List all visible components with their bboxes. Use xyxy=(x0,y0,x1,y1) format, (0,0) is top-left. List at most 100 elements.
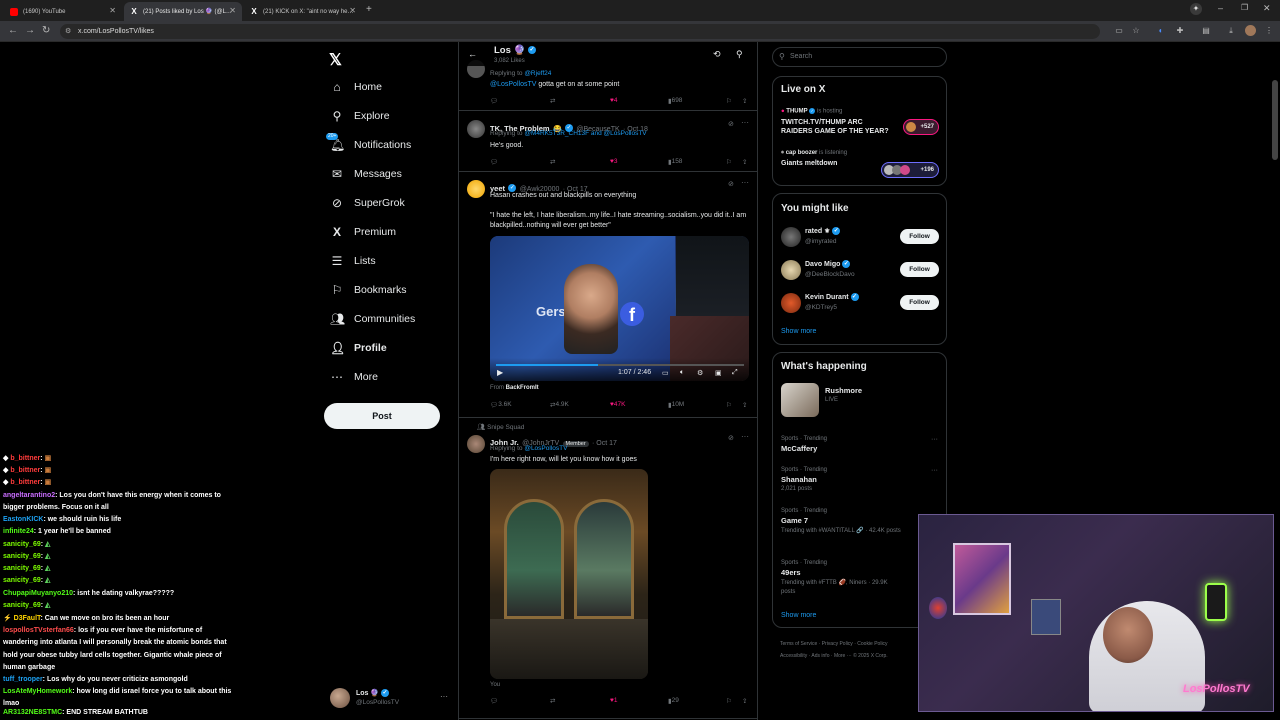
fullscreen-icon[interactable]: ⤢ xyxy=(732,369,738,377)
tweet-date[interactable]: · Oct 17 xyxy=(592,440,617,447)
nav-communities[interactable]: 👥︎ Communities xyxy=(330,308,415,330)
star-icon[interactable]: ☆ xyxy=(1131,26,1141,36)
follow-suggestion[interactable]: Kevin Durant ✓ @KDTrey5 Follow xyxy=(773,290,946,320)
more-dots-icon[interactable]: ··· xyxy=(741,178,749,187)
nav-profile[interactable]: 👤︎ Profile xyxy=(330,337,387,359)
footer-link[interactable]: Accessibility xyxy=(780,653,807,659)
tweet[interactable]: yeet ✓ @Awk20000 · Oct 17 ⊘ ··· Hasan cr… xyxy=(459,173,757,418)
puzzle-icon[interactable]: ✚ xyxy=(1175,26,1185,36)
reply-mention[interactable]: @LosPollosTV xyxy=(524,445,567,452)
like-button[interactable]: ♥ 4 xyxy=(610,97,617,104)
nav-lists[interactable]: ☰ Lists xyxy=(330,250,376,272)
like-button[interactable]: ♥ 3 xyxy=(610,158,617,165)
views[interactable]: ▮ 698 xyxy=(668,97,682,105)
follow-button[interactable]: Follow xyxy=(900,229,939,244)
back-icon[interactable]: ← xyxy=(8,25,18,36)
share-icon[interactable]: ⇪ xyxy=(742,97,747,105)
trend-item[interactable]: Sports · Trending McCaffery ··· xyxy=(781,436,941,453)
close-window-icon[interactable]: ✕ xyxy=(1263,3,1271,14)
profile-avatar[interactable] xyxy=(1245,25,1256,36)
repost-icon[interactable]: ⇄ xyxy=(550,97,555,105)
video-progress[interactable] xyxy=(496,364,744,366)
extension-icon[interactable]: ◐ xyxy=(1156,26,1166,36)
views[interactable]: ▮ 158 xyxy=(668,158,682,166)
reply-mention[interactable]: @M4RK5T3R_CH13F and @LosPollosTV xyxy=(524,130,646,137)
bookmark-icon[interactable]: ⚐ xyxy=(726,401,732,409)
reply-icon[interactable]: 💬︎ xyxy=(490,158,498,166)
live-item[interactable]: ⏺ cap boozer is listening Giants meltdow… xyxy=(781,150,941,178)
maximize-icon[interactable]: ❐ xyxy=(1241,3,1248,12)
tweet[interactable]: TK, The Problem 😂 ✓ @BecauseTK · Oct 18 … xyxy=(459,112,757,172)
reply-icon[interactable]: 💬︎ xyxy=(490,697,498,705)
grok-icon[interactable]: ⊘ xyxy=(728,120,734,128)
footer-link[interactable]: Terms of Service xyxy=(780,641,817,647)
follow-button[interactable]: Follow xyxy=(900,295,939,310)
reply-mention[interactable]: @Rjeff24 xyxy=(524,70,551,77)
more-dots-icon[interactable]: ··· xyxy=(741,118,749,127)
sparkle-icon[interactable]: ✦ xyxy=(1190,3,1202,15)
nav-home[interactable]: ⌂ Home xyxy=(330,76,382,98)
tweet[interactable]: Replying to @Rjeff24 @LosPollosTV gotta … xyxy=(459,60,757,111)
browser-tab-youtube[interactable]: (1690) YouTube ✕ xyxy=(4,2,122,21)
follow-suggestion[interactable]: Davo Migo ✓ @DeeBlockDavo Follow xyxy=(773,257,946,287)
trend-item[interactable]: Sports · Trending Shanahan 2,021 posts ·… xyxy=(781,467,941,492)
nav-messages[interactable]: ✉ Messages xyxy=(330,163,402,185)
grok-icon[interactable]: ⊘ xyxy=(728,434,734,442)
like-button[interactable]: ♥ 1 xyxy=(610,697,617,704)
scrollbar-thumb[interactable] xyxy=(1272,80,1278,160)
volume-icon[interactable]: 🔈︎ xyxy=(680,369,684,377)
more-dots-icon[interactable]: ··· xyxy=(440,692,448,701)
grok-icon[interactable]: ⟲ xyxy=(713,49,721,60)
download-icon[interactable]: ⤓ xyxy=(1226,26,1236,36)
bookmark-icon[interactable]: ⚐ xyxy=(726,97,732,105)
mention-link[interactable]: @LosPollosTV xyxy=(490,81,536,88)
like-button[interactable]: ♥ 47K xyxy=(610,401,625,408)
pip-icon[interactable]: ▣ xyxy=(715,369,722,377)
settings-icon[interactable]: ⚙ xyxy=(697,369,703,377)
close-icon[interactable]: ✕ xyxy=(349,6,356,15)
close-icon[interactable]: ✕ xyxy=(109,6,116,15)
more-dots-icon[interactable]: ··· xyxy=(931,467,938,474)
views[interactable]: ▮ 10M xyxy=(668,401,684,409)
trend-item[interactable]: Sports · Trending Game 7 Trending with #… xyxy=(781,508,941,536)
live-item[interactable]: ● THUMP ✓ is hosting TWITCH.TV/THUMP ARC… xyxy=(781,108,941,136)
repost-icon[interactable]: ⇄ xyxy=(550,158,555,166)
new-tab-button[interactable]: + xyxy=(366,4,372,15)
reload-icon[interactable]: ↻ xyxy=(42,25,50,36)
show-more-link[interactable]: Show more xyxy=(781,328,816,335)
footer-link[interactable]: Privacy Policy xyxy=(822,641,853,647)
tweet[interactable]: 👥︎ Snipe Squad John Jr. @JohnJrTV Member… xyxy=(459,419,757,719)
views[interactable]: ▮ 29 xyxy=(668,697,679,705)
footer-link[interactable]: More ··· xyxy=(834,653,852,659)
nav-explore[interactable]: ⚲ Explore xyxy=(330,105,390,127)
account-switcher[interactable]: Los 🔮 ✓ @LosPollosTV ··· xyxy=(330,688,450,710)
post-button[interactable]: Post xyxy=(324,403,440,429)
show-more-link[interactable]: Show more xyxy=(781,612,816,619)
close-icon[interactable]: ✕ xyxy=(229,6,236,15)
follow-suggestion[interactable]: rated ⚜ ✓ @imyrated Follow xyxy=(773,224,946,254)
repost-button[interactable]: ⇄ 4.9K xyxy=(550,401,569,409)
nav-notifications[interactable]: 🔔︎ 20+ Notifications xyxy=(326,133,411,156)
featured-event[interactable]: Rushmore LIVE xyxy=(781,383,941,419)
minimize-icon[interactable]: – xyxy=(1218,3,1223,13)
nav-supergrok[interactable]: ⊘ SuperGrok xyxy=(330,192,405,214)
tweet-image[interactable] xyxy=(490,469,648,679)
browser-tab-kick[interactable]: X (21) KICK on X: "aint no way he… ✕ xyxy=(244,2,362,21)
footer-link[interactable]: Ads info xyxy=(811,653,829,659)
video-player[interactable]: Gersh f ▶ 1:07 / 2:46 ▭ 🔈︎ ⚙ ▣ ⤢ xyxy=(490,236,749,381)
forward-icon[interactable]: → xyxy=(25,25,35,36)
share-icon[interactable]: ⇪ xyxy=(742,401,747,409)
more-dots-icon[interactable]: ··· xyxy=(741,432,749,441)
reply-icon[interactable]: 💬︎ xyxy=(490,97,498,105)
browser-tab-likes[interactable]: X (21) Posts liked by Los 🔮 (@L… ✕ xyxy=(124,2,242,21)
footer-link[interactable]: Cookie Policy xyxy=(857,641,887,647)
play-icon[interactable]: ▶ xyxy=(497,368,503,377)
back-arrow-icon[interactable]: ← xyxy=(468,49,477,59)
from-source[interactable]: BackFromIt xyxy=(506,385,539,391)
bookmark-icon[interactable]: ⚐ xyxy=(726,697,732,705)
search-icon[interactable]: ⚲ xyxy=(736,49,743,60)
cast-icon[interactable]: ▭ xyxy=(1114,26,1124,36)
nav-bookmarks[interactable]: ⚐ Bookmarks xyxy=(330,279,407,301)
follow-button[interactable]: Follow xyxy=(900,262,939,277)
community-label[interactable]: 👥︎ Snipe Squad xyxy=(477,423,524,431)
